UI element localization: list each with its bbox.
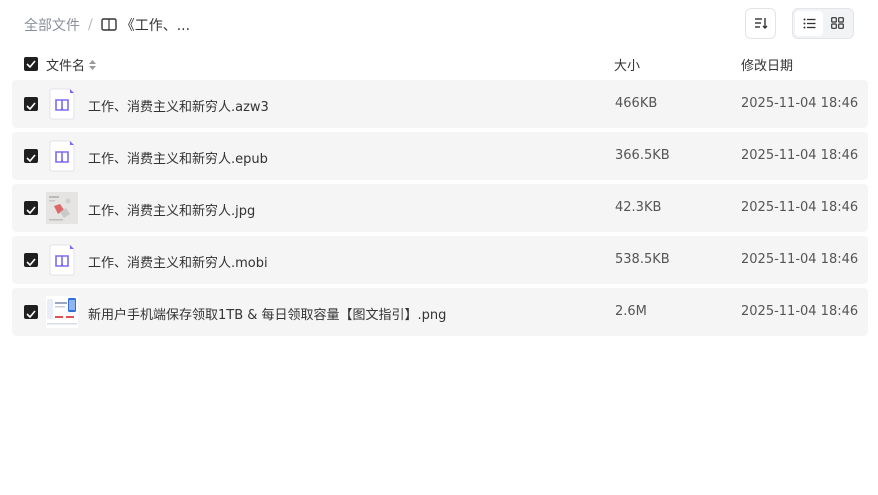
table-header: 文件名 大小 修改日期 — [12, 50, 868, 78]
breadcrumb: 全部文件 / 《工作、... — [24, 15, 190, 35]
column-header-size[interactable]: 大小 — [614, 55, 640, 74]
screenshot-thumbnail — [46, 296, 78, 328]
checkmark-icon — [26, 95, 36, 114]
column-name-label: 文件名 — [46, 59, 86, 74]
file-name[interactable]: 工作、消费主义和新穷人.jpg — [88, 200, 255, 219]
file-row[interactable]: 新用户手机端保存领取1TB & 每日领取容量【图文指引】.png 2.6M 20… — [12, 288, 868, 336]
grid-view-button[interactable] — [823, 11, 851, 36]
file-row[interactable]: 工作、消费主义和新穷人.jpg 42.3KB 2025-11-04 18:46 — [12, 184, 868, 232]
row-checkbox[interactable] — [24, 149, 38, 163]
file-row[interactable]: 工作、消费主义和新穷人.azw3 466KB 2025-11-04 18:46 — [12, 80, 868, 128]
file-date: 2025-11-04 18:46 — [741, 304, 859, 319]
file-date: 2025-11-04 18:46 — [741, 148, 859, 163]
file-list: 工作、消费主义和新穷人.azw3 466KB 2025-11-04 18:46 … — [12, 80, 868, 340]
checkmark-icon — [26, 303, 36, 322]
ebook-file-icon — [46, 88, 78, 120]
file-row[interactable]: 工作、消费主义和新穷人.epub 366.5KB 2025-11-04 18:4… — [12, 132, 868, 180]
grid-view-icon — [830, 14, 844, 33]
file-name[interactable]: 新用户手机端保存领取1TB & 每日领取容量【图文指引】.png — [88, 304, 446, 323]
breadcrumb-root-link[interactable]: 全部文件 — [24, 15, 80, 35]
checkmark-icon — [26, 251, 36, 270]
column-header-date[interactable]: 修改日期 — [741, 55, 793, 74]
file-size: 42.3KB — [615, 200, 662, 215]
list-view-button[interactable] — [795, 11, 823, 36]
breadcrumb-separator: / — [88, 17, 93, 33]
file-size: 2.6M — [615, 304, 647, 319]
checkmark-icon — [26, 57, 36, 72]
file-name[interactable]: 工作、消费主义和新穷人.mobi — [88, 252, 268, 271]
ebook-file-icon — [46, 244, 78, 276]
book-icon — [101, 18, 117, 32]
view-toggle — [792, 8, 854, 39]
file-size: 538.5KB — [615, 252, 670, 267]
row-checkbox[interactable] — [24, 253, 38, 267]
select-all-checkbox[interactable] — [24, 57, 38, 71]
breadcrumb-current-folder: 《工作、... — [120, 18, 191, 34]
file-name[interactable]: 工作、消费主义和新穷人.epub — [88, 148, 268, 167]
list-view-icon — [803, 14, 816, 33]
checkmark-icon — [26, 199, 36, 218]
row-checkbox[interactable] — [24, 305, 38, 319]
sort-button[interactable] — [745, 8, 776, 39]
column-header-name[interactable]: 文件名 — [46, 55, 97, 74]
checkmark-icon — [26, 147, 36, 166]
row-checkbox[interactable] — [24, 201, 38, 215]
file-date: 2025-11-04 18:46 — [741, 96, 859, 111]
file-name[interactable]: 工作、消费主义和新穷人.azw3 — [88, 96, 269, 115]
sort-lines-icon — [754, 14, 768, 33]
ebook-file-icon — [46, 140, 78, 172]
file-row[interactable]: 工作、消费主义和新穷人.mobi 538.5KB 2025-11-04 18:4… — [12, 236, 868, 284]
file-size: 466KB — [615, 96, 658, 111]
image-thumbnail — [46, 192, 78, 224]
top-bar: 全部文件 / 《工作、... — [0, 0, 878, 48]
file-date: 2025-11-04 18:46 — [741, 252, 859, 267]
sort-toggle-icon — [89, 59, 97, 70]
file-size: 366.5KB — [615, 148, 670, 163]
row-checkbox[interactable] — [24, 97, 38, 111]
file-date: 2025-11-04 18:46 — [741, 200, 859, 215]
